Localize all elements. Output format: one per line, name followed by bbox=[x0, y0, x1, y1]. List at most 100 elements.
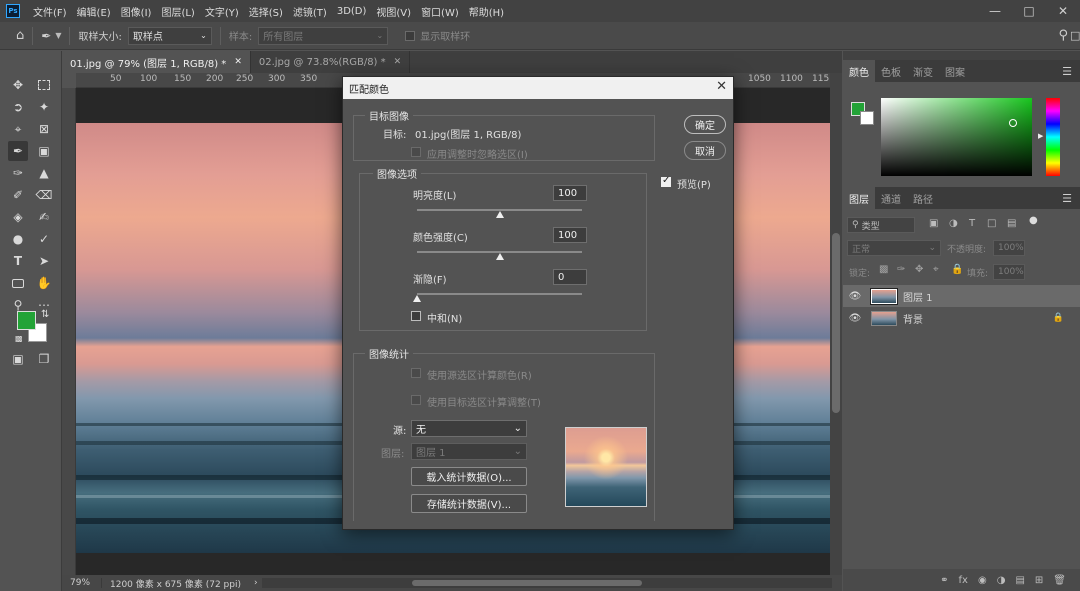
cancel-button[interactable]: 取消 bbox=[684, 141, 726, 160]
source-select[interactable]: 无 ⌄ bbox=[411, 420, 527, 437]
screen-mode-icon[interactable]: ❐ bbox=[34, 349, 54, 369]
adjustment-layer-icon[interactable]: ◑ bbox=[997, 575, 1006, 586]
swap-colors-icon[interactable]: ⇅ bbox=[41, 309, 49, 320]
menu-view[interactable]: 视图(V) bbox=[371, 4, 416, 19]
show-ring-checkbox[interactable] bbox=[405, 30, 416, 41]
tab-channels[interactable]: 通道 bbox=[875, 187, 907, 209]
layer-style-icon[interactable]: fx bbox=[959, 575, 968, 586]
ok-button[interactable]: 确定 bbox=[684, 115, 726, 134]
layer-row[interactable]: 👁 图层 1 bbox=[843, 285, 1080, 307]
magic-wand-tool-icon[interactable]: ✦ bbox=[34, 97, 54, 117]
fade-field[interactable]: 0 bbox=[553, 269, 587, 285]
fade-slider-track[interactable] bbox=[417, 293, 582, 295]
foreground-color-swatch-top[interactable] bbox=[17, 311, 36, 330]
menu-3d[interactable]: 3D(D) bbox=[332, 6, 372, 17]
new-layer-icon[interactable]: ⊞ bbox=[1035, 575, 1043, 586]
layer-select[interactable]: 图层 1 ⌄ bbox=[411, 443, 527, 460]
sample-select[interactable]: 所有图层 ⌄ bbox=[258, 26, 389, 45]
paint-bucket-tool-icon[interactable]: ◈ bbox=[8, 207, 28, 227]
search-icon[interactable]: ⚲ bbox=[1058, 28, 1068, 43]
neutralize-checkbox[interactable] bbox=[411, 311, 421, 321]
quick-mask-icon[interactable]: ▣ bbox=[8, 349, 28, 369]
workspace-icon[interactable]: □ bbox=[1070, 29, 1080, 42]
default-colors-icon[interactable]: ▩ bbox=[15, 334, 23, 343]
menu-type[interactable]: 文字(Y) bbox=[200, 4, 244, 19]
menu-help[interactable]: 帮助(H) bbox=[464, 4, 509, 19]
saturation-value-field[interactable] bbox=[881, 98, 1032, 176]
menu-edit[interactable]: 编辑(E) bbox=[72, 4, 116, 19]
add-mask-icon[interactable]: ◉ bbox=[978, 575, 987, 586]
luminance-field[interactable]: 100 bbox=[553, 185, 587, 201]
sample-size-select[interactable]: 取样点 ⌄ bbox=[127, 26, 212, 45]
move-tool-icon[interactable]: ✥ bbox=[8, 75, 28, 95]
intensity-slider-thumb[interactable] bbox=[495, 253, 504, 260]
frame-tool-icon[interactable]: ⊠ bbox=[34, 119, 54, 139]
eyedropper-tool-preset-icon[interactable]: ✒ bbox=[41, 29, 51, 43]
filter-adjustment-icon[interactable]: ◑ bbox=[949, 218, 958, 229]
load-stats-button[interactable]: 载入统计数据(O)... bbox=[411, 467, 527, 486]
filter-toggle-icon[interactable]: ● bbox=[1029, 215, 1038, 226]
menu-layer[interactable]: 图层(L) bbox=[156, 4, 199, 19]
tab-layers[interactable]: 图层 bbox=[843, 187, 875, 209]
save-stats-button[interactable]: 存储统计数据(V)... bbox=[411, 494, 527, 513]
history-brush-tool-icon[interactable]: ✐ bbox=[8, 185, 28, 205]
use-source-selection-checkbox[interactable] bbox=[411, 368, 421, 378]
zoom-level[interactable]: 79% bbox=[62, 578, 102, 588]
color-picker-cursor[interactable] bbox=[1009, 119, 1017, 127]
eye-icon[interactable]: 👁 bbox=[845, 291, 865, 302]
maximize-icon[interactable]: □ bbox=[1012, 0, 1046, 22]
fade-slider-thumb[interactable] bbox=[413, 295, 421, 302]
layer-row[interactable]: 👁 背景 🔒 bbox=[843, 307, 1080, 329]
fill-field[interactable]: 100% bbox=[993, 264, 1025, 280]
preview-checkbox[interactable] bbox=[661, 175, 671, 187]
panel-menu-icon[interactable]: ☰ bbox=[1062, 192, 1072, 205]
lock-image-icon[interactable]: ✑ bbox=[897, 264, 905, 275]
tab-paths[interactable]: 路径 bbox=[907, 187, 939, 209]
blend-mode-select[interactable]: 正常 ⌄ bbox=[847, 240, 941, 256]
type-tool-icon[interactable]: T bbox=[8, 251, 28, 271]
new-group-icon[interactable]: ▤ bbox=[1015, 575, 1024, 586]
menu-window[interactable]: 窗口(W) bbox=[416, 4, 464, 19]
rectangle-tool-icon[interactable] bbox=[8, 273, 28, 293]
menu-image[interactable]: 图像(I) bbox=[116, 4, 157, 19]
chevron-right-icon[interactable]: › bbox=[254, 578, 258, 588]
filter-type-icon[interactable]: T bbox=[969, 218, 975, 229]
dialog-titlebar[interactable]: 匹配颜色 ✕ bbox=[343, 77, 733, 99]
layer-filter-select[interactable]: ⚲ 类型 bbox=[847, 217, 915, 233]
clone-stamp-tool-icon[interactable]: ▲ bbox=[34, 163, 54, 183]
crop-tool-icon[interactable]: ⌖ bbox=[8, 119, 28, 139]
tab-01-jpg[interactable]: 01.jpg @ 79% (图层 1, RGB/8) * ✕ bbox=[62, 51, 251, 73]
lock-all-icon[interactable]: 🔒 bbox=[951, 264, 963, 275]
brush-tool-icon[interactable]: ✑ bbox=[8, 163, 28, 183]
eye-icon[interactable]: 👁 bbox=[845, 313, 865, 324]
panel-menu-icon[interactable]: ☰ bbox=[1062, 65, 1072, 78]
path-selection-tool-icon[interactable]: ➤ bbox=[34, 251, 54, 271]
tab-02-jpg[interactable]: 02.jpg @ 73.8%(RGB/8) * ✕ bbox=[251, 51, 411, 73]
layer-name[interactable]: 图层 1 bbox=[903, 289, 933, 304]
hue-slider[interactable] bbox=[1046, 98, 1060, 176]
patch-tool-icon[interactable]: ▣ bbox=[34, 141, 54, 161]
lock-transparent-icon[interactable]: ▩ bbox=[879, 264, 888, 275]
minimize-icon[interactable]: — bbox=[978, 0, 1012, 22]
filter-smart-object-icon[interactable]: ▤ bbox=[1007, 218, 1016, 229]
eyedropper-tool-icon[interactable]: ✒ bbox=[8, 141, 28, 161]
layer-name[interactable]: 背景 bbox=[903, 311, 923, 326]
luminance-slider-thumb[interactable] bbox=[495, 211, 504, 218]
lock-position-icon[interactable]: ✥ bbox=[915, 264, 923, 275]
use-target-selection-checkbox[interactable] bbox=[411, 395, 421, 405]
close-icon[interactable]: ✕ bbox=[1046, 0, 1080, 22]
pen-tool-icon[interactable]: ✓ bbox=[34, 229, 54, 249]
close-icon[interactable]: ✕ bbox=[394, 57, 402, 67]
scroll-thumb[interactable] bbox=[832, 233, 840, 413]
intensity-field[interactable]: 100 bbox=[553, 227, 587, 243]
ignore-selection-checkbox[interactable] bbox=[411, 147, 421, 157]
hand-tool-icon[interactable]: ✋ bbox=[34, 273, 54, 293]
menu-select[interactable]: 选择(S) bbox=[244, 4, 288, 19]
menu-filter[interactable]: 滤镜(T) bbox=[288, 4, 332, 19]
opacity-field[interactable]: 100% bbox=[993, 240, 1025, 256]
menu-file[interactable]: 文件(F) bbox=[28, 4, 72, 19]
chevron-down-icon[interactable]: ▼ bbox=[55, 31, 61, 40]
tab-patterns[interactable]: 图案 bbox=[939, 60, 971, 82]
tab-gradients[interactable]: 渐变 bbox=[907, 60, 939, 82]
dodge-tool-icon[interactable]: ● bbox=[8, 229, 28, 249]
